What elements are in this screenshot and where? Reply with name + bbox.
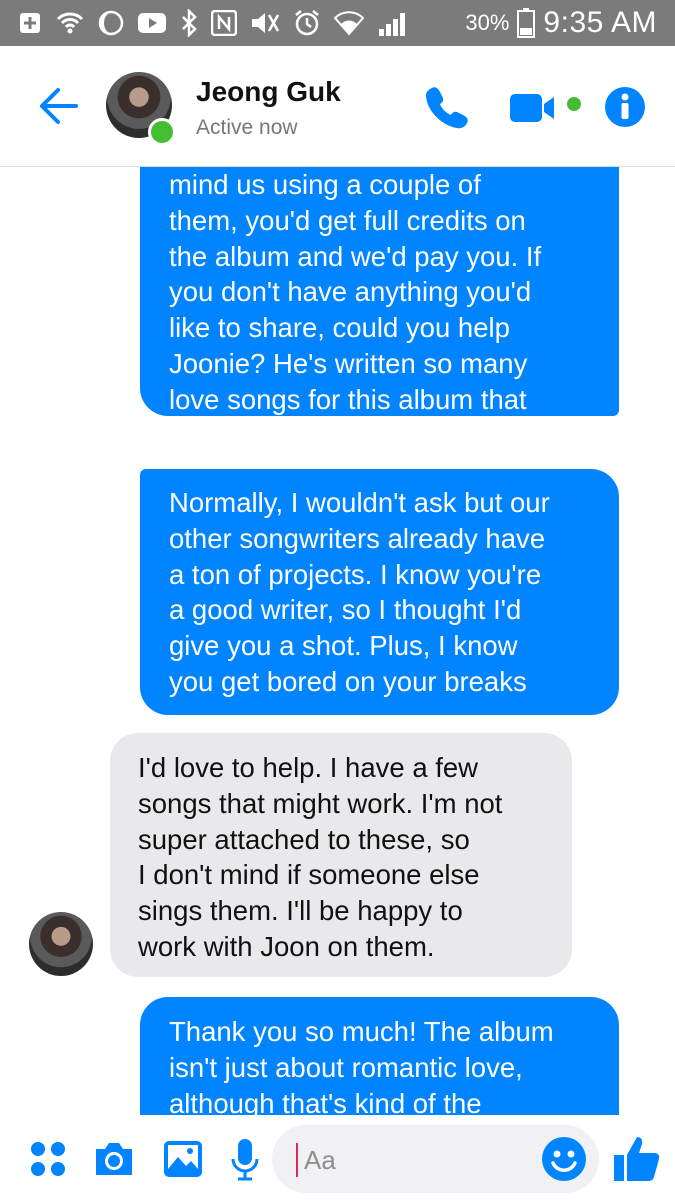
battery-icon — [517, 8, 536, 38]
video-camera-icon[interactable] — [508, 90, 584, 124]
message-input-container[interactable] — [272, 1125, 599, 1193]
emoji-icon[interactable] — [540, 1135, 588, 1183]
composer-bar — [0, 1115, 675, 1200]
message-bubble-outgoing[interactable]: Thank you so much! The album isn't just … — [140, 997, 619, 1115]
info-icon[interactable] — [604, 86, 646, 128]
plus-box-icon — [20, 13, 40, 33]
nfc-icon — [211, 10, 237, 36]
wifi-call-icon — [56, 12, 84, 34]
mute-icon — [252, 13, 280, 33]
phone-icon[interactable] — [420, 82, 470, 132]
sender-avatar[interactable] — [29, 912, 93, 976]
message-list[interactable]: mind us using a couple of them, you'd ge… — [0, 167, 675, 1115]
bluetooth-icon — [182, 9, 197, 37]
thumbs-up-icon[interactable] — [612, 1133, 662, 1183]
chat-header: Jeong Guk Active now — [0, 46, 675, 167]
youtube-icon — [138, 13, 166, 33]
microphone-icon[interactable] — [230, 1137, 260, 1183]
status-right: 30% 9:35 AM — [465, 0, 657, 46]
message-text: Thank you so much! The album isn't just … — [169, 1016, 554, 1115]
active-status-dot — [148, 118, 176, 146]
status-icons — [18, 6, 411, 40]
message-bubble-incoming[interactable]: I'd love to help. I have a few songs tha… — [110, 733, 572, 977]
message-bubble-outgoing[interactable]: Normally, I wouldn't ask but our other s… — [140, 469, 619, 715]
battery-percent: 30% — [465, 10, 510, 35]
message-bubble-outgoing[interactable]: mind us using a couple of them, you'd ge… — [140, 167, 619, 451]
moon-icon — [98, 10, 124, 36]
back-arrow-icon[interactable] — [36, 84, 82, 128]
status-bar: 30% 9:35 AM — [0, 0, 675, 46]
message-text: I'd love to help. I have a few songs tha… — [138, 752, 503, 962]
signal-icon — [379, 13, 405, 36]
alarm-icon — [295, 10, 319, 36]
clock: 9:35 AM — [543, 6, 657, 39]
wifi-icon — [334, 11, 364, 36]
message-input[interactable] — [296, 1143, 504, 1177]
camera-icon[interactable] — [92, 1139, 136, 1179]
message-text: Normally, I wouldn't ask but our other s… — [169, 487, 550, 697]
contact-name[interactable]: Jeong Guk — [196, 76, 341, 108]
message-text: mind us using a couple of them, you'd ge… — [169, 169, 542, 451]
contact-status: Active now — [196, 116, 298, 139]
gallery-icon[interactable] — [162, 1139, 204, 1179]
apps-grid-icon[interactable] — [28, 1139, 68, 1179]
